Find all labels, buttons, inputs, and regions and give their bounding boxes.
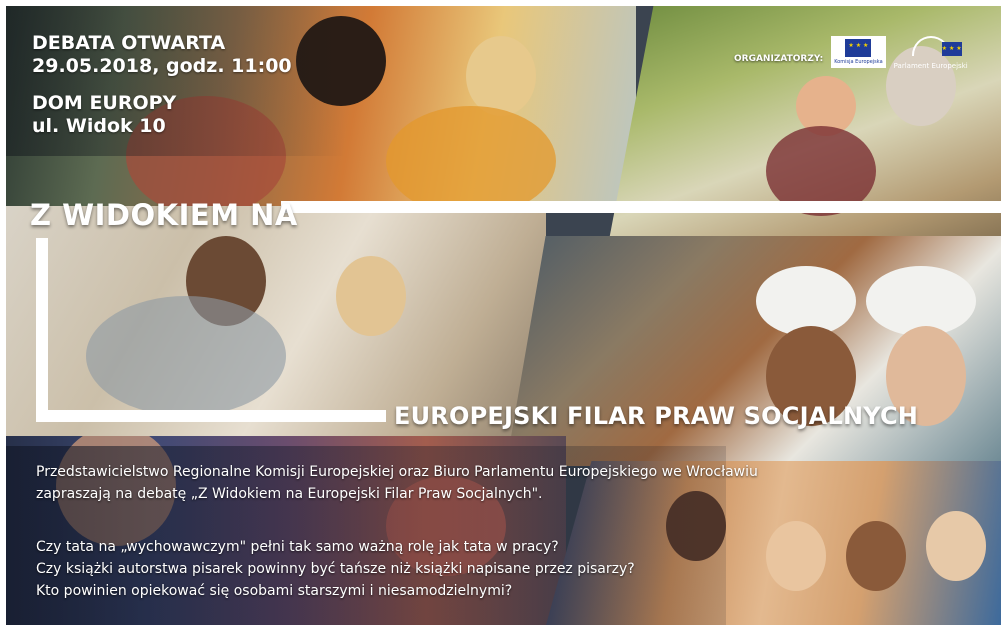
- title-frame-bottom: [36, 410, 386, 422]
- debate-question: Czy książki autorstwa pisarek powinny by…: [36, 561, 635, 577]
- poster-title: Z WIDOKIEM NA: [30, 198, 298, 232]
- title-frame-top: [281, 201, 1001, 213]
- european-parliament-logo: Parlament Europejski: [894, 36, 968, 70]
- event-poster: DEBATA OTWARTA 29.05.2018, godz. 11:00 D…: [6, 6, 1001, 625]
- invitation-text: Przedstawicielstwo Regionalne Komisji Eu…: [36, 461, 836, 505]
- event-address: ul. Widok 10: [32, 115, 166, 137]
- title-frame-left: [36, 238, 48, 418]
- organizers: ORGANIZATORZY: Komisja Europejska Parlam…: [734, 36, 968, 70]
- parliament-dome-icon: [911, 36, 962, 56]
- european-commission-caption: Komisja Europejska: [834, 59, 883, 65]
- event-type: DEBATA OTWARTA: [32, 32, 226, 54]
- eu-flag-icon: [941, 42, 962, 56]
- european-commission-logo: Komisja Europejska: [831, 36, 886, 68]
- invitation-line: zapraszają na debatę „Z Widokiem na Euro…: [36, 486, 543, 502]
- debate-questions: Czy tata na „wychowawczym" pełni tak sam…: [36, 536, 736, 602]
- debate-question: Kto powinien opiekować się osobami stars…: [36, 583, 513, 599]
- photo-engineers-hardhats: [506, 236, 1001, 466]
- eu-flag-icon: [845, 39, 872, 57]
- event-venue: DOM EUROPY: [32, 92, 177, 114]
- debate-question: Czy tata na „wychowawczym" pełni tak sam…: [36, 539, 559, 555]
- invitation-line: Przedstawicielstwo Regionalne Komisji Eu…: [36, 464, 758, 480]
- european-parliament-caption: Parlament Europejski: [893, 62, 968, 70]
- poster-subtitle: EUROPEJSKI FILAR PRAW SOCJALNYCH: [394, 402, 919, 430]
- event-datetime: 29.05.2018, godz. 11:00: [32, 55, 292, 77]
- organizers-label: ORGANIZATORZY:: [734, 54, 824, 64]
- event-info: DEBATA OTWARTA 29.05.2018, godz. 11:00 D…: [32, 32, 292, 138]
